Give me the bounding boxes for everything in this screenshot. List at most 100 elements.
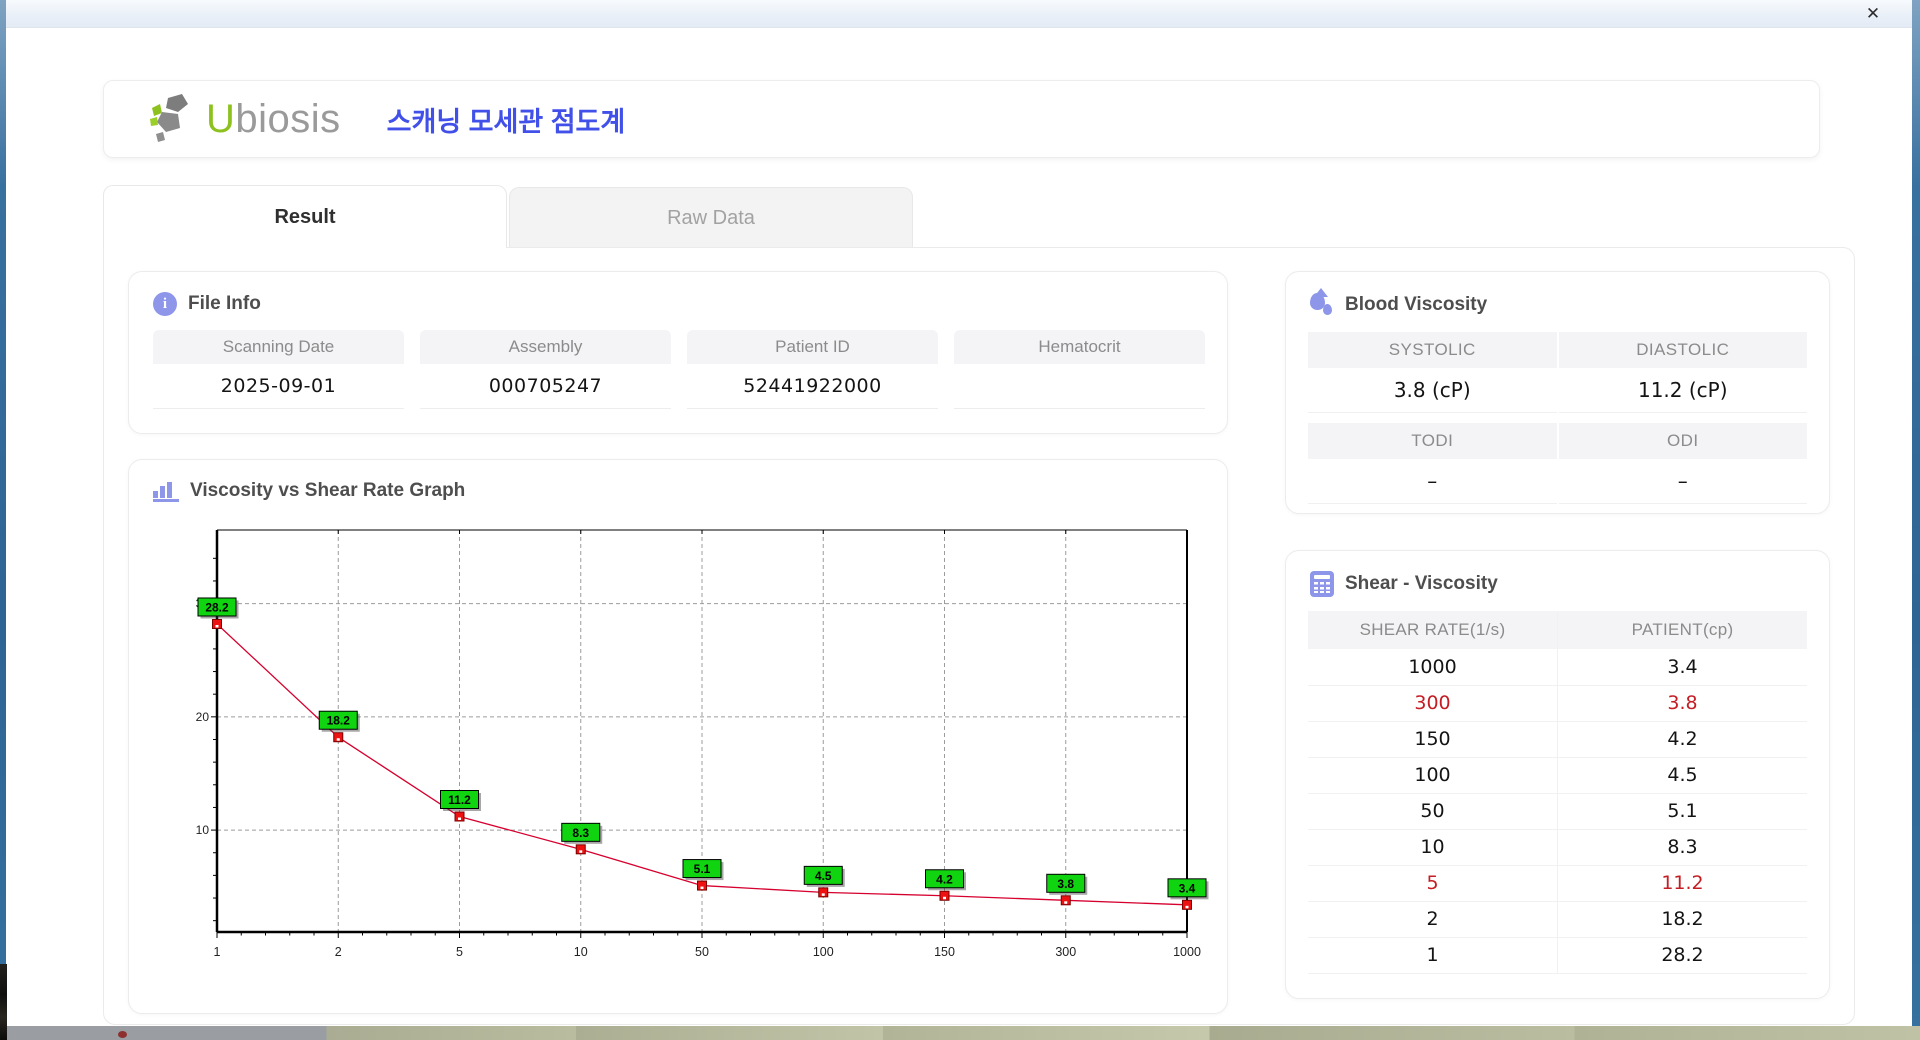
cell-patient: 28.2 [1557,937,1807,974]
svg-text:3.8: 3.8 [1057,877,1074,891]
cell-patient: 18.2 [1557,901,1807,938]
svg-text:1000: 1000 [1173,945,1201,959]
table-row: 1000 3.4 [1308,649,1807,686]
col-shear-rate: SHEAR RATE(1/s) [1308,611,1558,649]
blood-viscosity-card: Blood Viscosity SYSTOLIC DIASTOLIC 3.8 (cP… [1285,271,1830,514]
table-row: 5 11.2 [1308,865,1807,902]
shear-viscosity-header: Shear - Viscosity [1310,571,1807,597]
field-label: Hematocrit [954,330,1205,364]
svg-text:300: 300 [1055,945,1076,959]
file-info-field: Scanning Date 2025-09-01 [153,330,404,409]
file-info-fields: Scanning Date 2025-09-01 Assembly 000705247… [153,330,1205,409]
window-border-right [1912,0,1920,1040]
cell-shear-rate: 150 [1308,721,1558,758]
table-row: 100 4.5 [1308,757,1807,794]
window-border-left [0,0,6,1040]
svg-text:20: 20 [196,710,210,724]
col-patient: PATIENT(cp) [1557,611,1807,649]
logo-letter-u: U [206,96,236,141]
file-info-title: File Info [188,293,261,314]
svg-text:150: 150 [934,945,955,959]
bv-metric-label: ODI [1558,423,1807,459]
viscosity-shear-chart: 1020301251050100150300100028.218.211.28.… [155,516,1209,984]
file-info-card: i File Info Scanning Date 2025-09-01 Assem… [128,271,1228,434]
cell-shear-rate: 1 [1308,937,1558,974]
shear-viscosity-card: Shear - Viscosity SHEAR RATE(1/s) PATIEN… [1285,550,1830,999]
svg-text:5: 5 [456,945,463,959]
blood-viscosity-title: Blood Viscosity [1345,294,1488,315]
file-info-field: Patient ID 52441922000 [687,330,938,409]
table-row: 10 8.3 [1308,829,1807,866]
left-column: i File Info Scanning Date 2025-09-01 Assem… [128,271,1228,1014]
svg-text:1: 1 [214,945,221,959]
ubiosis-logo-text: Ubiosis [206,97,341,142]
info-icon: i [153,292,177,316]
blood-drops-icon [1310,288,1334,318]
table-header-row: SHEAR RATE(1/s) PATIENT(cp) [1308,611,1807,649]
bv-metric-value: 11.2 (cP) [1558,368,1807,413]
field-value: 52441922000 [687,364,938,409]
svg-text:3.4: 3.4 [1179,881,1196,895]
svg-text:28.2: 28.2 [205,600,229,614]
field-value [954,364,1205,409]
cell-patient: 5.1 [1557,793,1807,830]
desktop-wallpaper-corner [0,964,7,1040]
field-value: 000705247 [420,364,671,409]
ubiosis-logo-icon [150,94,188,142]
right-column: Blood Viscosity SYSTOLIC DIASTOLIC 3.8 (cP… [1285,271,1830,999]
svg-text:10: 10 [196,823,210,837]
svg-text:10: 10 [574,945,588,959]
result-panel: i File Info Scanning Date 2025-09-01 Assem… [103,247,1855,1025]
app-window: Ubiosis 스캐닝 모세관 점도계 Result Raw Data i Fi… [6,28,1912,1026]
bv-metric-label: DIASTOLIC [1558,332,1807,368]
cell-patient: 3.8 [1557,685,1807,722]
cell-patient: 4.2 [1557,721,1807,758]
file-info-header: i File Info [153,292,1205,316]
close-button[interactable]: ✕ [1862,4,1884,24]
cell-shear-rate: 5 [1308,865,1558,902]
desktop-taskbar-strip [0,1026,1920,1040]
cell-shear-rate: 10 [1308,829,1558,866]
field-value: 2025-09-01 [153,364,404,409]
svg-text:8.3: 8.3 [572,826,589,840]
tab-raw-data[interactable]: Raw Data [509,187,913,247]
tab-result[interactable]: Result [103,185,507,248]
calculator-icon [1310,571,1334,597]
cell-shear-rate: 50 [1308,793,1558,830]
cell-patient: 11.2 [1557,865,1807,902]
chart-svg: 1020301251050100150300100028.218.211.28.… [196,529,1209,959]
bv-metric-value: 3.8 (cP) [1308,368,1557,413]
svg-text:2: 2 [335,945,342,959]
table-row: 300 3.8 [1308,685,1807,722]
bv-metric-value: – [1558,459,1807,504]
bv-metric-value: – [1308,459,1557,504]
cell-shear-rate: 1000 [1308,649,1558,686]
table-row: 150 4.2 [1308,721,1807,758]
svg-text:4.5: 4.5 [815,869,832,883]
cell-shear-rate: 300 [1308,685,1558,722]
blood-viscosity-grid: SYSTOLIC DIASTOLIC 3.8 (cP) 11.2 (cP) TODI OD… [1308,332,1807,504]
file-info-field: Hematocrit [954,330,1205,409]
table-row: 1 28.2 [1308,937,1807,974]
graph-title: Viscosity vs Shear Rate Graph [190,480,466,501]
tab-bar: Result Raw Data [103,184,1821,248]
app-title-korean: 스캐닝 모세관 점도계 [386,106,626,137]
bv-metric-label: TODI [1308,423,1557,459]
field-label: Scanning Date [153,330,404,364]
file-info-field: Assembly 000705247 [420,330,671,409]
field-label: Patient ID [687,330,938,364]
table-row: 50 5.1 [1308,793,1807,830]
cell-patient: 3.4 [1557,649,1807,686]
cell-patient: 8.3 [1557,829,1807,866]
bar-chart-icon [153,480,179,502]
window-titlebar: ✕ [6,0,1912,28]
cell-shear-rate: 2 [1308,901,1558,938]
shear-viscosity-table: SHEAR RATE(1/s) PATIENT(cp) 1000 3.4 300 3.… [1308,611,1807,974]
ubiosis-logo: Ubiosis [148,92,341,146]
svg-text:11.2: 11.2 [448,793,471,807]
brand-header-card: Ubiosis 스캐닝 모세관 점도계 [103,80,1820,158]
graph-header: Viscosity vs Shear Rate Graph [153,480,1205,502]
graph-card: Viscosity vs Shear Rate Graph 1020301251… [128,459,1228,1014]
bv-metric-label: SYSTOLIC [1308,332,1557,368]
shear-viscosity-title: Shear - Viscosity [1345,573,1498,594]
